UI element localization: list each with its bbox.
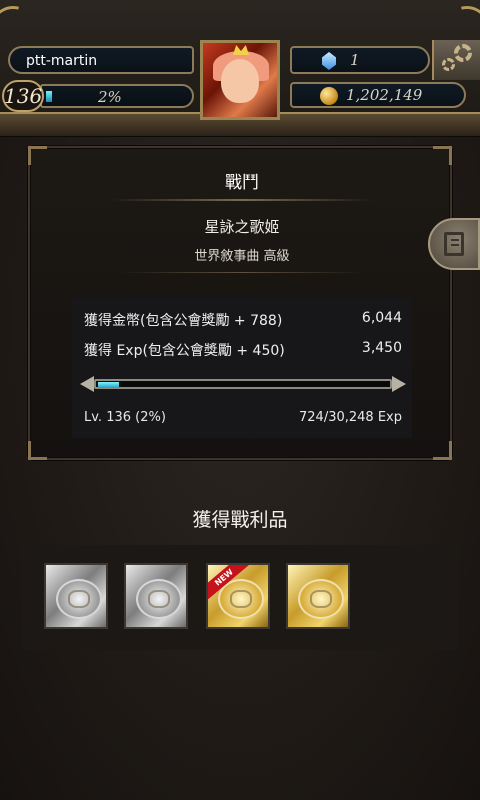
rewards-summary: 獲得金幣(包含公會獎勵 + 788) 6,044 獲得 Exp(包含公會獎勵 +… — [72, 298, 412, 438]
loot-item-gold-card[interactable]: NEW — [206, 563, 270, 629]
player-exp-gauge: 2% — [40, 84, 194, 108]
progress-bar-track — [94, 379, 392, 389]
loot-item-silver-card[interactable] — [44, 563, 108, 629]
quest-difficulty: 世界敘事曲 高級 — [194, 249, 290, 264]
panel-corner — [28, 146, 47, 165]
panel-title: 戰鬥 — [225, 173, 259, 193]
gold-counter[interactable]: 1,202,149 — [290, 82, 466, 108]
panel-corner — [433, 441, 452, 460]
loot-item-silver-card[interactable] — [124, 563, 188, 629]
gears-icon — [454, 44, 472, 62]
loot-item-gold-card[interactable] — [286, 563, 350, 629]
player-name-plate[interactable]: ptt-martin — [8, 46, 194, 74]
exp-total-label: 724/30,248 Exp — [299, 410, 402, 425]
gold-coin-icon — [320, 87, 338, 105]
panel-corner — [433, 146, 452, 165]
loot-list: NEW — [22, 545, 458, 650]
settings-button[interactable] — [432, 40, 480, 80]
exp-reward-value: 3,450 — [361, 340, 402, 356]
player-level-badge: 136 — [2, 80, 44, 112]
player-exp-fill — [46, 91, 52, 102]
gold-count: 1,202,149 — [346, 86, 423, 104]
progress-bar-cap-left — [80, 376, 94, 392]
player-exp-percent: 2% — [98, 88, 122, 106]
gear-small-icon — [442, 58, 455, 71]
side-menu-tab[interactable] — [428, 218, 480, 270]
level-label: Lv. 136 (2%) — [84, 410, 166, 425]
title-divider — [110, 199, 374, 201]
progress-bar-fill — [98, 382, 119, 388]
blue-crystal-icon — [322, 52, 336, 70]
gem-counter[interactable]: 1 — [290, 46, 430, 74]
book-icon — [444, 232, 464, 256]
level-progress-bar — [80, 376, 406, 392]
exp-reward-row: 獲得 Exp(包含公會獎勵 + 450) 3,450 — [84, 340, 402, 360]
silver-disc-icon — [56, 579, 102, 619]
character-portrait[interactable] — [200, 40, 280, 120]
quest-name: 星詠之歌姬 — [204, 218, 280, 236]
portrait-crown — [233, 45, 249, 55]
gem-count: 1 — [350, 51, 360, 69]
portrait-face — [221, 59, 259, 103]
gold-reward-row: 獲得金幣(包含公會獎勵 + 788) 6,044 — [84, 310, 402, 330]
gold-reward-label: 獲得金幣(包含公會獎勵 + 788) — [84, 313, 283, 329]
silver-disc-icon — [136, 579, 182, 619]
gold-disc-icon — [298, 579, 344, 619]
loot-title: 獲得戰利品 — [192, 509, 288, 531]
progress-bar-cap-right — [392, 376, 406, 392]
player-name: ptt-martin — [26, 53, 98, 69]
top-status-bar: ptt-martin 2% 136 1 1,202,149 — [0, 0, 480, 137]
subtitle-divider — [120, 272, 364, 273]
panel-corner — [28, 441, 47, 460]
battle-result-panel: 戰鬥 星詠之歌姬 世界敘事曲 高級 獲得金幣(包含公會獎勵 + 788) 6,0… — [28, 146, 452, 460]
level-info-row: Lv. 136 (2%) 724/30,248 Exp — [84, 410, 402, 425]
gold-reward-value: 6,044 — [361, 310, 402, 326]
exp-reward-label: 獲得 Exp(包含公會獎勵 + 450) — [84, 343, 285, 359]
